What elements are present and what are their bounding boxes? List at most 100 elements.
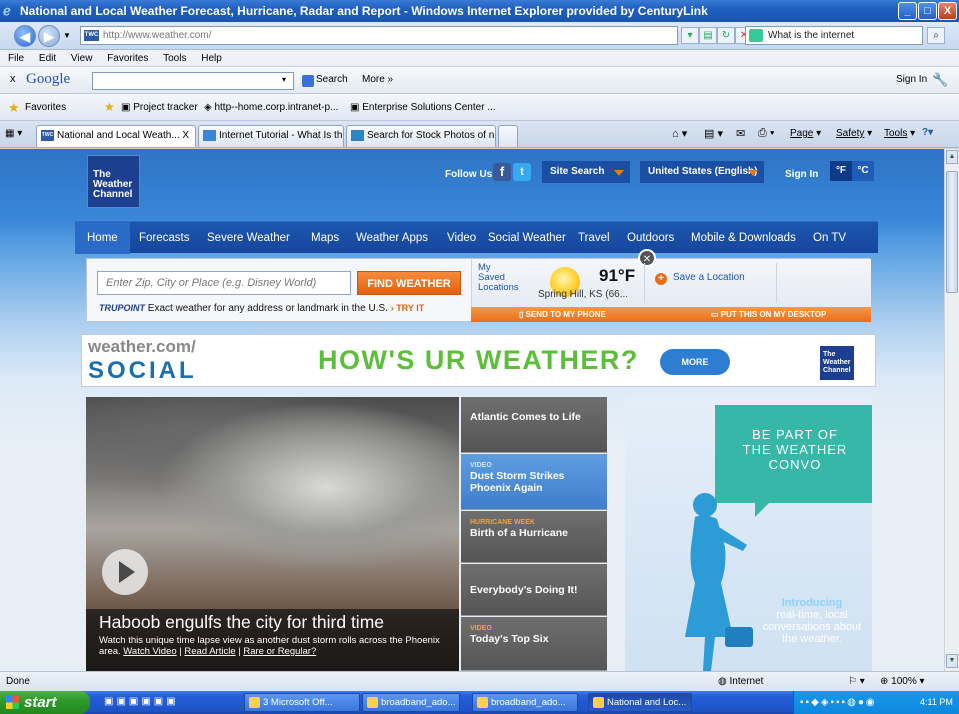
protected-mode-icon[interactable]: ⚐ ▾ [848, 672, 865, 692]
try-it-link[interactable]: › TRY IT [391, 303, 425, 313]
region-dropdown[interactable]: United States (English) [640, 161, 764, 183]
address-field[interactable]: TWC http://www.weather.com/ [80, 26, 678, 45]
hero-feature[interactable]: Haboob engulfs the city for third time W… [86, 397, 459, 671]
twitter-icon[interactable]: t [513, 163, 531, 181]
menu-edit[interactable]: Edit [39, 53, 56, 64]
google-dropdown-icon[interactable]: ▾ [282, 75, 286, 84]
fahrenheit-toggle[interactable]: °F [830, 161, 852, 181]
new-tab-button[interactable] [498, 125, 518, 147]
tab-close-button[interactable]: X [182, 126, 189, 146]
tab-bar: ▦ ▾ TWC National and Local Weath... X In… [0, 121, 959, 148]
find-weather-button[interactable]: FIND WEATHER [357, 271, 461, 295]
more-button[interactable]: MORE [660, 349, 730, 375]
favorite-item-project-tracker[interactable]: ▣ Project tracker [121, 94, 198, 121]
feeds-icon[interactable]: ▤ ▾ [704, 127, 723, 140]
nav-mobile-downloads[interactable]: Mobile & Downloads [691, 222, 796, 254]
live-search-input[interactable]: What is the internet [745, 26, 923, 45]
social-weather-banner[interactable]: weather.com/ SOCIAL HOW'S UR WEATHER? MO… [81, 334, 876, 387]
tray-icons[interactable]: ▪▪◆◈▪▪▪◍●◉ [800, 691, 877, 714]
nav-video[interactable]: Video [447, 222, 476, 254]
location-search-input[interactable]: Enter Zip, City or Place (e.g. Disney Wo… [97, 271, 351, 295]
nav-social-weather[interactable]: Social Weather [488, 222, 566, 254]
home-icon[interactable]: ⌂ ▾ [672, 127, 687, 140]
maximize-button[interactable]: □ [918, 2, 937, 20]
play-icon[interactable] [102, 549, 148, 595]
hero-headline[interactable]: Haboob engulfs the city for third time [99, 612, 459, 633]
address-dropdown-icon[interactable]: ▾ [681, 27, 699, 44]
nav-on-tv[interactable]: On TV [813, 222, 846, 254]
menu-tools[interactable]: Tools [163, 53, 186, 64]
facebook-icon[interactable]: f [493, 163, 511, 181]
page-menu[interactable]: Page ▾ [790, 128, 821, 139]
twc-logo[interactable]: The Weather Channel [87, 155, 140, 208]
recent-pages-dropdown-icon[interactable]: ▼ [63, 31, 71, 40]
story-item[interactable]: VIDEO Today's Top Six [461, 617, 607, 671]
menu-file[interactable]: File [8, 53, 24, 64]
mail-icon[interactable]: ✉ [736, 127, 745, 140]
favorite-item-enterprise[interactable]: ▣ Enterprise Solutions Center ... [350, 94, 496, 121]
google-more-button[interactable]: More » [362, 74, 393, 85]
safety-menu[interactable]: Safety ▾ [836, 128, 872, 139]
nav-maps[interactable]: Maps [311, 222, 339, 254]
story-item[interactable]: Atlantic Comes to Life [461, 397, 607, 453]
story-item[interactable]: VIDEO Dust Storm Strikes Phoenix Again [461, 454, 607, 510]
google-search-input[interactable] [92, 72, 294, 90]
close-location-icon[interactable]: ✕ [638, 249, 656, 267]
nav-travel[interactable]: Travel [578, 222, 610, 254]
watch-video-link[interactable]: Watch Video [123, 646, 176, 657]
celsius-toggle[interactable]: °C [852, 161, 874, 181]
scroll-up-icon[interactable]: ▲ [946, 150, 958, 164]
site-search-dropdown[interactable]: Site Search [542, 161, 630, 183]
tab-weather[interactable]: TWC National and Local Weath... X [36, 125, 196, 147]
help-icon[interactable]: ?▾ [922, 127, 933, 138]
task-broadband-1[interactable]: broadband_ado... [362, 693, 460, 712]
close-button[interactable]: X [938, 2, 957, 20]
menu-help[interactable]: Help [201, 53, 222, 64]
put-on-desktop-link[interactable]: ▭ PUT THIS ON MY DESKTOP [711, 307, 826, 322]
task-ie-weather[interactable]: National and Loc... [588, 693, 692, 712]
sign-in-link[interactable]: Sign In [785, 169, 818, 180]
start-button[interactable]: start [0, 691, 90, 714]
read-article-link[interactable]: Read Article [184, 646, 235, 657]
page-scrollbar[interactable]: ▲ ▼ [944, 149, 959, 671]
google-search-button[interactable]: Search [316, 74, 348, 85]
search-provider-icon [749, 29, 763, 42]
tab-internet-tutorial[interactable]: Internet Tutorial - What Is th... [198, 125, 344, 147]
tab-stock-photos[interactable]: Search for Stock Photos of n... [346, 125, 496, 147]
forward-button[interactable]: ▶ [38, 25, 60, 47]
add-favorite-icon[interactable]: ★ [104, 94, 115, 121]
saved-location-name[interactable]: Spring Hill, KS (66... [538, 289, 628, 300]
compatibility-view-icon[interactable]: ▤ [699, 27, 717, 44]
send-to-phone-link[interactable]: ▯ SEND TO MY PHONE [519, 307, 606, 322]
search-icon[interactable]: ⌕ [927, 27, 945, 44]
favorite-item-intranet[interactable]: ◈ http--home.corp.intranet-p... [204, 94, 338, 121]
nav-forecasts[interactable]: Forecasts [139, 222, 190, 254]
minimize-button[interactable]: _ [898, 2, 917, 20]
refresh-icon[interactable]: ↻ [717, 27, 735, 44]
menu-favorites[interactable]: Favorites [107, 53, 148, 64]
story-item[interactable]: HURRICANE WEEK Birth of a Hurricane [461, 511, 607, 563]
menu-view[interactable]: View [71, 53, 93, 64]
add-location-icon[interactable]: + [655, 273, 667, 285]
google-signin-button[interactable]: Sign In [896, 74, 927, 85]
zoom-control[interactable]: ⊕ 100% ▾ [880, 672, 925, 692]
nav-weather-apps[interactable]: Weather Apps [356, 222, 428, 254]
print-icon[interactable]: ⎙ ▾ [758, 127, 774, 140]
rare-or-regular-link[interactable]: Rare or Regular? [243, 646, 316, 657]
task-microsoft-office[interactable]: 3 Microsoft Off... [244, 693, 360, 712]
scroll-down-icon[interactable]: ▼ [946, 654, 958, 668]
favorites-button[interactable]: Favorites [25, 94, 66, 121]
story-item[interactable]: Everybody's Doing It! [461, 564, 607, 616]
quick-tabs-icon[interactable]: ▦ ▾ [5, 128, 22, 139]
save-location-link[interactable]: Save a Location [673, 272, 745, 283]
wrench-icon[interactable]: 🔧 [932, 72, 948, 88]
back-button[interactable]: ◀ [14, 25, 36, 47]
nav-home[interactable]: Home [75, 222, 130, 254]
social-weather-ad[interactable]: BE PART OF THE WEATHER CONVO Introducing… [625, 397, 872, 671]
task-broadband-2[interactable]: broadband_ado... [472, 693, 578, 712]
toolbar-close-button[interactable]: x [10, 73, 16, 85]
scroll-thumb[interactable] [946, 171, 958, 293]
tools-menu[interactable]: Tools ▾ [884, 128, 915, 139]
quick-launch-icons[interactable]: ▣▣▣▣▣▣ [104, 696, 224, 710]
nav-severe-weather[interactable]: Severe Weather [207, 222, 290, 254]
